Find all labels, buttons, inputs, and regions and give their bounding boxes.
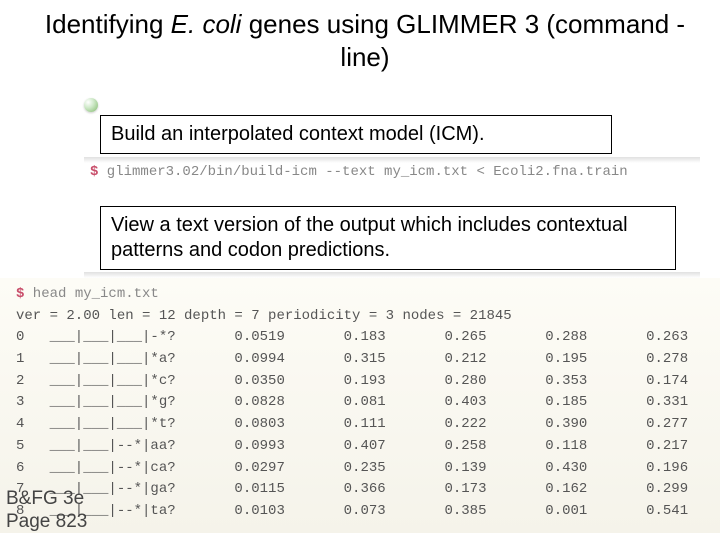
cmd1-text: glimmer3.02/bin/build-icm --text my_icm.… xyxy=(98,164,627,180)
output-row: 6 ___|___|--*|ca? 0.0297 0.235 0.139 0.4… xyxy=(16,458,720,480)
output-row: 0 ___|___|___|-*? 0.0519 0.183 0.265 0.2… xyxy=(16,327,720,349)
output-row: 3 ___|___|___|*g? 0.0828 0.081 0.403 0.1… xyxy=(16,392,720,414)
command-build-icm: $ glimmer3.02/bin/build-icm --text my_ic… xyxy=(90,164,628,180)
title-pre: Identifying xyxy=(45,9,171,39)
slide-title: Identifying E. coli genes using GLIMMER … xyxy=(0,0,720,77)
output-meta-line: ver = 2.00 len = 12 depth = 7 periodicit… xyxy=(16,306,720,328)
section-view-output: View a text version of the output which … xyxy=(100,206,676,270)
section1-text: Build an interpolated context model (ICM… xyxy=(111,123,485,145)
output-row: 1 ___|___|___|*a? 0.0994 0.315 0.212 0.1… xyxy=(16,349,720,371)
slide-footer: B&FG 3e Page 823 xyxy=(6,488,87,534)
output-rows: 0 ___|___|___|-*? 0.0519 0.183 0.265 0.2… xyxy=(16,327,720,522)
output-row: 8 ___|___|--*|ta? 0.0103 0.073 0.385 0.0… xyxy=(16,501,720,523)
footer-line1: B&FG 3e xyxy=(6,488,87,511)
title-ital: E. coli xyxy=(171,9,242,39)
shadow-divider xyxy=(84,157,700,163)
output-row: 5 ___|___|--*|aa? 0.0993 0.407 0.258 0.1… xyxy=(16,436,720,458)
terminal-output-block: $ head my_icm.txt ver = 2.00 len = 12 de… xyxy=(0,278,720,533)
section2-text: View a text version of the output which … xyxy=(111,214,628,261)
footer-line2: Page 823 xyxy=(6,511,87,534)
bullet-decor-icon xyxy=(84,98,98,112)
output-row: 7 ___|___|--*|ga? 0.0115 0.366 0.173 0.1… xyxy=(16,479,720,501)
output-row: 2 ___|___|___|*c? 0.0350 0.193 0.280 0.3… xyxy=(16,371,720,393)
output-head-line: $ head my_icm.txt xyxy=(16,284,720,306)
output-row: 4 ___|___|___|*t? 0.0803 0.111 0.222 0.3… xyxy=(16,414,720,436)
section-build-icm: Build an interpolated context model (ICM… xyxy=(100,115,612,154)
head-cmd-text: head my_icm.txt xyxy=(24,286,158,302)
title-post: genes using GLIMMER 3 (command -line) xyxy=(241,9,685,72)
